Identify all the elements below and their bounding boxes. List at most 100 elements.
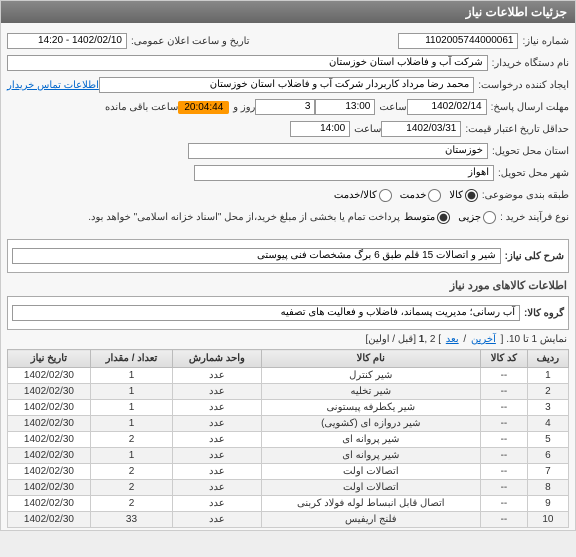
saat-label-1: ساعت — [379, 102, 406, 113]
cell-unit: عدد — [173, 512, 261, 528]
category-label: طبقه بندی موضوعی: — [482, 190, 569, 201]
cell-name: شیر یکطرفه پیستونی — [261, 400, 481, 416]
announce-value: 1402/02/10 - 14:20 — [7, 33, 127, 49]
province-value: خوزستان — [188, 143, 488, 159]
cell-code: -- — [481, 480, 528, 496]
radio-kala-label: کالا — [449, 190, 463, 201]
desc-label: شرح کلی نیاز: — [505, 251, 564, 262]
th-row[interactable]: ردیف — [527, 350, 568, 368]
cell-unit: عدد — [173, 416, 261, 432]
payment-note: پرداخت تمام یا بخشی از مبلغ خرید،از محل … — [88, 212, 400, 223]
cell-name: شیر دروازه ای (کشویی) — [261, 416, 481, 432]
cell-name: شیر تخلیه — [261, 384, 481, 400]
countdown-timer: 20:04:44 — [178, 101, 229, 114]
cell-r: 3 — [527, 400, 568, 416]
cell-unit: عدد — [173, 368, 261, 384]
th-date[interactable]: تاریخ نیاز — [8, 350, 91, 368]
th-code[interactable]: کد کالا — [481, 350, 528, 368]
table-row[interactable]: 8--اتصالات اولتعدد21402/02/30 — [8, 480, 569, 496]
remaining-label: ساعت باقی مانده — [105, 102, 178, 113]
cell-qty: 2 — [90, 432, 172, 448]
cell-code: -- — [481, 400, 528, 416]
table-row[interactable]: 6--شیر پروانه ایعدد11402/02/30 — [8, 448, 569, 464]
cell-date: 1402/02/30 — [8, 384, 91, 400]
cell-code: -- — [481, 432, 528, 448]
cell-date: 1402/02/30 — [8, 432, 91, 448]
city-value: اهواز — [194, 165, 494, 181]
radio-kala-khedmat[interactable] — [379, 189, 392, 202]
form-body: شماره نیاز: 1102005744000061 تاریخ و ساع… — [1, 23, 575, 235]
cell-unit: عدد — [173, 400, 261, 416]
cell-unit: عدد — [173, 496, 261, 512]
cell-code: -- — [481, 512, 528, 528]
cell-code: -- — [481, 496, 528, 512]
table-row[interactable]: 10--فلنج اریفیسعدد331402/02/30 — [8, 512, 569, 528]
paging-mid: ] 2 , — [424, 334, 443, 345]
radio-jozei-label: جزیی — [458, 212, 481, 223]
need-no-label: شماره نیاز: — [522, 36, 569, 47]
th-qty[interactable]: تعداد / مقدار — [90, 350, 172, 368]
cell-qty: 1 — [90, 448, 172, 464]
type-radio-group: جزیی متوسط — [404, 211, 496, 224]
paging-sep: / — [461, 334, 469, 345]
table-row[interactable]: 1--شیر کنترلعدد11402/02/30 — [8, 368, 569, 384]
announce-label: تاریخ و ساعت اعلان عمومی: — [131, 36, 250, 47]
radio-khedmat[interactable] — [428, 189, 441, 202]
need-no-value: 1102005744000061 — [398, 33, 518, 49]
deadline-time: 13:00 — [315, 99, 375, 115]
cell-name: اتصال قابل انبساط لوله فولاد کربنی — [261, 496, 481, 512]
group-section: گروه کالا: آب رسانی؛ مدیریت پسماند، فاضل… — [7, 296, 569, 330]
radio-motevasset[interactable] — [437, 211, 450, 224]
radio-khedmat-label: خدمت — [400, 190, 427, 201]
cell-code: -- — [481, 464, 528, 480]
cell-name: شیر پروانه ای — [261, 432, 481, 448]
cell-r: 7 — [527, 464, 568, 480]
category-radio-group: کالا خدمت کالا/خدمت — [334, 189, 478, 202]
details-panel: جزئیات اطلاعات نیاز شماره نیاز: 11020057… — [0, 0, 576, 531]
cell-name: فلنج اریفیس — [261, 512, 481, 528]
radio-kala[interactable] — [465, 189, 478, 202]
paging-next-link[interactable]: بعد — [446, 334, 459, 345]
cell-r: 9 — [527, 496, 568, 512]
cell-date: 1402/02/30 — [8, 416, 91, 432]
radio-jozei[interactable] — [483, 211, 496, 224]
table-row[interactable]: 3--شیر یکطرفه پیستونیعدد11402/02/30 — [8, 400, 569, 416]
table-row[interactable]: 5--شیر پروانه ایعدد21402/02/30 — [8, 432, 569, 448]
creator-value: محمد رضا مرداد کاربردار شرکت آب و فاضلاب… — [99, 77, 474, 93]
table-row[interactable]: 4--شیر دروازه ای (کشویی)عدد11402/02/30 — [8, 416, 569, 432]
cell-date: 1402/02/30 — [8, 464, 91, 480]
cell-name: شیر کنترل — [261, 368, 481, 384]
cell-r: 4 — [527, 416, 568, 432]
valid-label: حداقل تاریخ اعتبار قیمت: — [465, 124, 569, 135]
buyer-label: نام دستگاه خریدار: — [492, 58, 569, 69]
pagination: نمایش 1 تا 10. [ آخرین / بعد ] 2 ,1 [قبل… — [9, 334, 567, 345]
group-value: آب رسانی؛ مدیریت پسماند، فاضلاب و فعالیت… — [12, 305, 520, 321]
cell-qty: 1 — [90, 368, 172, 384]
paging-last-link[interactable]: آخرین — [471, 334, 496, 345]
cell-unit: عدد — [173, 384, 261, 400]
creator-label: ایجاد کننده درخواست: — [478, 80, 569, 91]
valid-time: 14:00 — [290, 121, 350, 137]
cell-r: 8 — [527, 480, 568, 496]
table-row[interactable]: 7--اتصالات اولتعدد21402/02/30 — [8, 464, 569, 480]
table-row[interactable]: 2--شیر تخلیهعدد11402/02/30 — [8, 384, 569, 400]
cell-qty: 1 — [90, 384, 172, 400]
cell-r: 2 — [527, 384, 568, 400]
cell-unit: عدد — [173, 448, 261, 464]
cell-date: 1402/02/30 — [8, 368, 91, 384]
cell-qty: 1 — [90, 400, 172, 416]
cell-date: 1402/02/30 — [8, 512, 91, 528]
th-unit[interactable]: واحد شمارش — [173, 350, 261, 368]
cell-date: 1402/02/30 — [8, 448, 91, 464]
saat-label-2: ساعت — [354, 124, 381, 135]
paging-prefix: نمایش 1 تا 10. [ — [498, 334, 567, 345]
table-row[interactable]: 9--اتصال قابل انبساط لوله فولاد کربنیعدد… — [8, 496, 569, 512]
contact-link[interactable]: اطلاعات تماس خریدار — [7, 80, 99, 91]
cell-name: اتصالات اولت — [261, 464, 481, 480]
th-name[interactable]: نام کالا — [261, 350, 481, 368]
cell-r: 5 — [527, 432, 568, 448]
cell-qty: 33 — [90, 512, 172, 528]
panel-title: جزئیات اطلاعات نیاز — [1, 1, 575, 23]
cell-code: -- — [481, 448, 528, 464]
cell-unit: عدد — [173, 464, 261, 480]
